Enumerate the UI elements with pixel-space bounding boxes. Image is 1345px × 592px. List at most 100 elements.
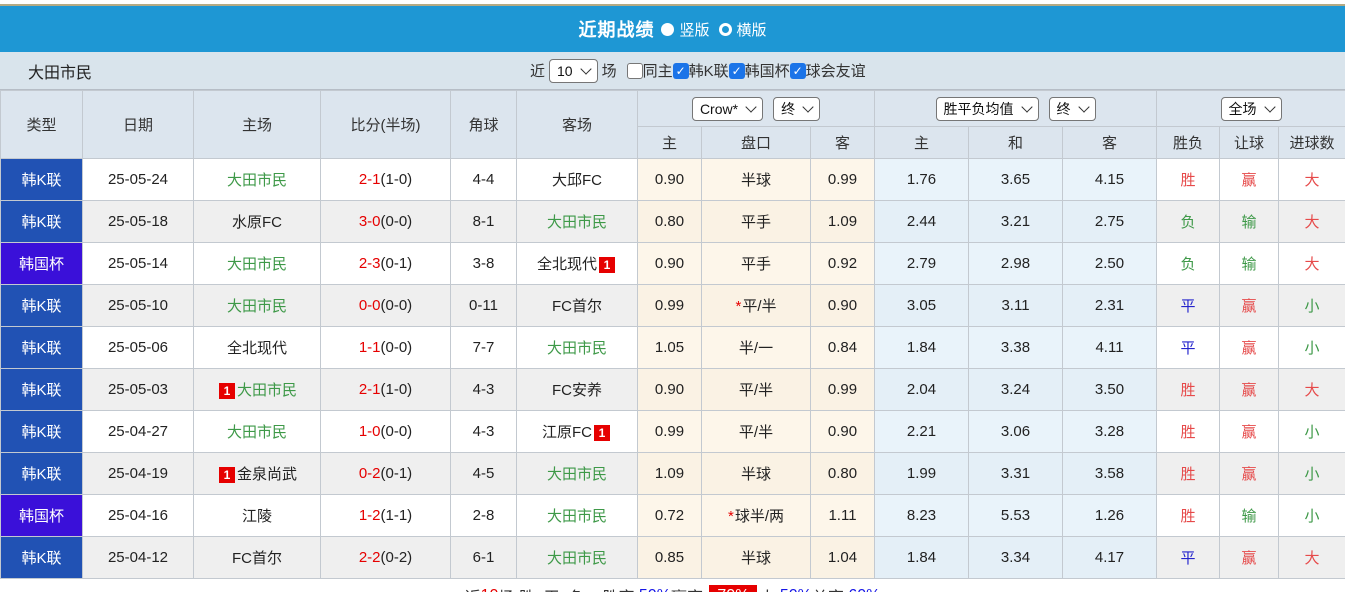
- odds-home-cell: 0.90: [637, 368, 702, 411]
- odds-company-value: Crow*: [699, 100, 739, 117]
- result-goals-cell: 小: [1278, 452, 1345, 495]
- home-team-cell: 全北现代: [193, 326, 321, 369]
- odds-group-header: Crow* 终: [636, 90, 876, 127]
- team-name: 大田市民: [546, 340, 607, 357]
- home-team-cell: 水原FC: [193, 200, 321, 243]
- footer-segment: 大:: [759, 584, 779, 592]
- odds-away-cell: 1.09: [809, 200, 876, 243]
- mean-draw-cell: 3.31: [968, 452, 1064, 495]
- radio-option[interactable]: 竖版: [661, 19, 710, 40]
- table-row: 韩K联 25-04-27 大田市民 1-0(0-0) 4-3 江原FC 1 0.99 平/半 0.…: [0, 410, 1345, 453]
- result-handicap-cell: 赢: [1219, 284, 1280, 327]
- handicap-star: *: [727, 508, 734, 525]
- filter-checkbox[interactable]: ✓: [728, 62, 745, 79]
- halftime-score: (0-0): [380, 297, 413, 314]
- red-card-badge: 1: [599, 257, 615, 274]
- mean-draw-cell: 2.98: [968, 242, 1064, 285]
- type-cell: 韩K联: [0, 158, 83, 201]
- team-name: 大田市民: [226, 172, 287, 189]
- type-cell: 韩K联: [0, 326, 83, 369]
- corners-cell: 4-4: [450, 158, 517, 201]
- team-name: 水原FC: [232, 214, 282, 231]
- recent-count-value: 10: [557, 62, 573, 79]
- away-team-cell: 大田市民: [516, 326, 638, 369]
- col-header-away: 客场: [516, 90, 638, 159]
- footer-segment: 场,胜5平3负2, 胜率:: [498, 584, 638, 592]
- corners-cell: 4-3: [450, 410, 517, 453]
- col-header-corner: 角球: [450, 90, 517, 159]
- team-name: 全北现代: [226, 340, 287, 357]
- odds-home-cell: 0.85: [637, 536, 702, 579]
- result-scope-value: 全场: [1228, 100, 1257, 117]
- footer-segment: 10: [481, 587, 499, 592]
- away-team-cell: FC安养: [516, 368, 638, 411]
- team-name: 大田市民: [546, 508, 607, 525]
- team-name: 全北现代: [536, 256, 597, 273]
- radio-option[interactable]: 横版: [718, 19, 767, 40]
- mean-home-cell: 3.05: [874, 284, 970, 327]
- mean-away-cell: 3.28: [1062, 410, 1158, 453]
- fulltime-score: 0-0: [358, 297, 381, 314]
- score-cell: 2-1(1-0): [320, 368, 451, 411]
- mean-draw-cell: 3.21: [968, 200, 1064, 243]
- odds-home-cell: 1.05: [637, 326, 702, 369]
- type-cell: 韩国杯: [0, 242, 83, 285]
- footer-segment: 50%: [639, 587, 671, 592]
- team-name: 大田市民: [236, 382, 297, 399]
- result-outcome-cell: 胜: [1156, 158, 1221, 201]
- odds-company-select[interactable]: Crow*: [691, 96, 764, 121]
- chevron-down-icon: [1077, 100, 1090, 113]
- result-goals-cell: 小: [1278, 494, 1345, 537]
- odds-time-select[interactable]: 终: [773, 96, 821, 121]
- mean-time-select[interactable]: 终: [1048, 96, 1096, 121]
- team-name: 大田市民: [226, 298, 287, 315]
- odds-home-cell: 0.72: [637, 494, 702, 537]
- halftime-score: (0-1): [380, 465, 413, 482]
- date-cell: 25-04-12: [82, 536, 194, 579]
- mean-type-select[interactable]: 胜平负均值: [935, 96, 1039, 121]
- halftime-score: (1-1): [380, 507, 413, 524]
- filter-checkbox[interactable]: [626, 62, 643, 79]
- red-card-badge: 1: [594, 425, 610, 442]
- odds-away-cell: 0.99: [809, 368, 876, 411]
- footer-segment: 50%: [780, 587, 812, 592]
- radio-option-label: 横版: [736, 21, 767, 39]
- recent-count-select[interactable]: 10: [549, 58, 598, 83]
- radio-selected-icon: [661, 22, 675, 36]
- date-cell: 25-05-18: [82, 200, 194, 243]
- date-cell: 25-05-06: [82, 326, 194, 369]
- subcol-mean-home: 主: [874, 126, 970, 159]
- mean-away-cell: 3.50: [1062, 368, 1158, 411]
- mean-draw-cell: 3.38: [968, 326, 1064, 369]
- result-handicap-cell: 赢: [1219, 536, 1280, 579]
- result-scope-select[interactable]: 全场: [1220, 96, 1282, 121]
- table-row: 韩国杯 25-05-14 大田市民 2-3(0-1) 3-8 全北现代 1 0.90 平手 0.9…: [0, 242, 1345, 285]
- home-team-cell: 江陵: [193, 494, 321, 537]
- panel-title: 近期战绩: [578, 20, 655, 40]
- score-cell: 2-2(0-2): [320, 536, 451, 579]
- home-team-cell: 大田市民: [193, 158, 321, 201]
- odds-away-cell: 0.80: [809, 452, 876, 495]
- home-team-cell: 大田市民: [193, 284, 321, 327]
- filter-checkbox-label: 韩K联: [688, 63, 729, 80]
- result-handicap-cell: 赢: [1219, 452, 1280, 495]
- subcol-mean-draw: 和: [968, 126, 1064, 159]
- away-team-cell: 大田市民: [516, 452, 638, 495]
- team-name: FC安养: [552, 382, 602, 399]
- subcol-result-handicap: 让球: [1219, 126, 1280, 159]
- mean-draw-cell: 5.53: [968, 494, 1064, 537]
- odds-away-cell: 0.90: [809, 410, 876, 453]
- handicap-cell: 半/一: [701, 326, 811, 369]
- filter-checkbox[interactable]: ✓: [672, 62, 689, 79]
- mean-time-value: 终: [1056, 100, 1071, 117]
- home-team-cell: 大田市民: [193, 242, 321, 285]
- result-outcome-cell: 负: [1156, 200, 1221, 243]
- footer-segment: 近: [465, 584, 481, 592]
- team-name: 大田市民: [546, 466, 607, 483]
- mean-away-cell: 2.31: [1062, 284, 1158, 327]
- result-handicap-cell: 赢: [1219, 410, 1280, 453]
- mean-home-cell: 2.04: [874, 368, 970, 411]
- fulltime-score: 1-2: [358, 507, 381, 524]
- filter-checkbox[interactable]: ✓: [789, 62, 806, 79]
- odds-home-cell: 0.99: [637, 284, 702, 327]
